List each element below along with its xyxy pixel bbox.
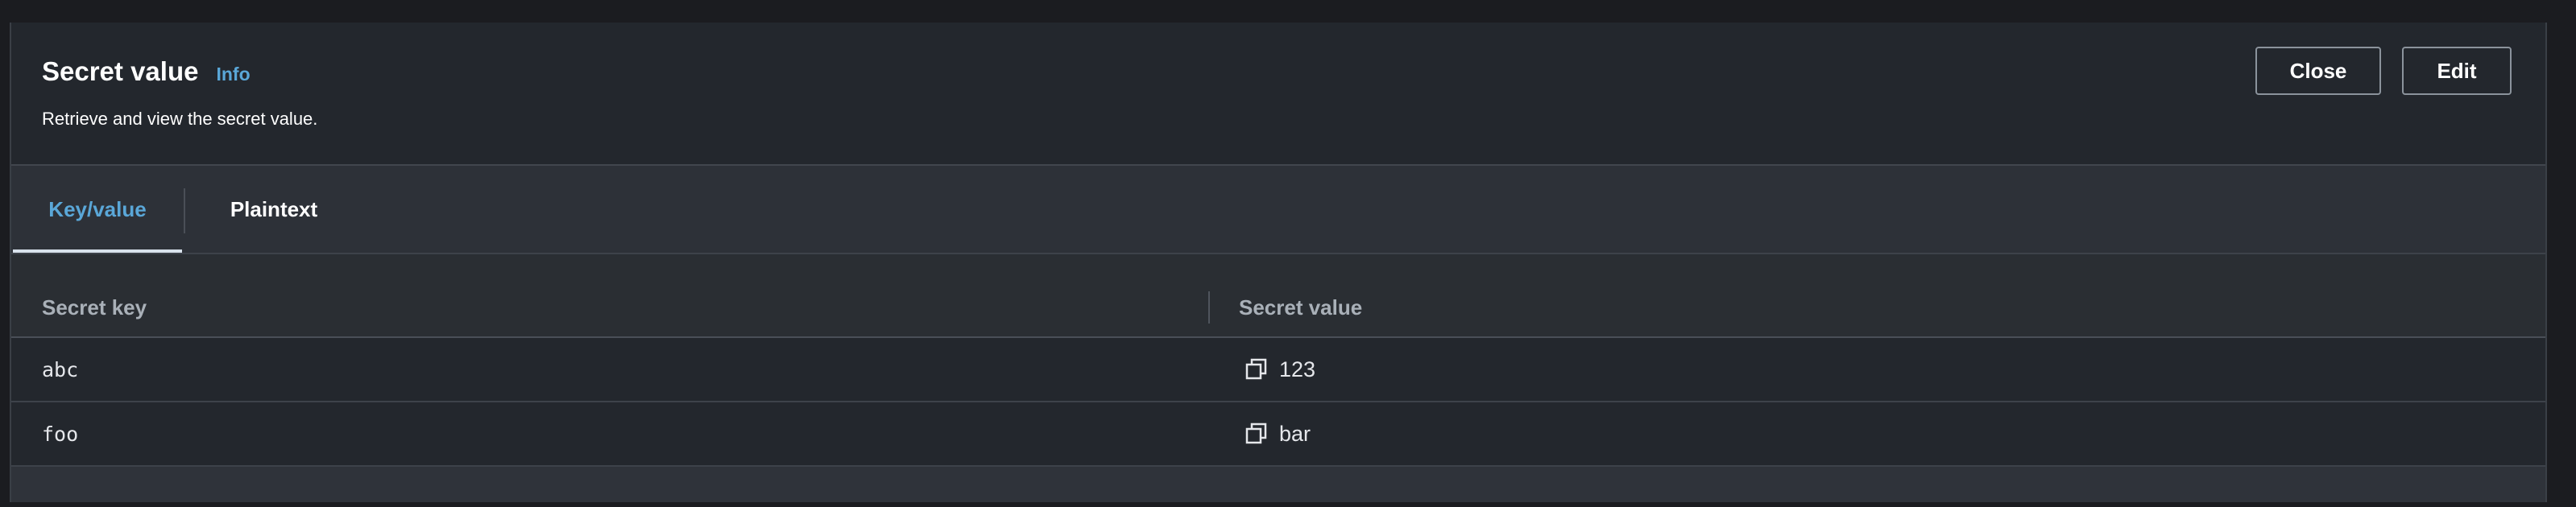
secret-key-cell: abc	[42, 357, 79, 381]
page-title: Secret value	[42, 56, 199, 86]
info-link[interactable]: Info	[216, 64, 250, 85]
secret-value-panel: Secret value Info Retrieve and view the …	[10, 23, 2547, 502]
table-footer	[11, 467, 2545, 502]
title-row: Secret value Info	[42, 56, 251, 87]
tab-divider	[184, 188, 185, 233]
table-row: foo bar	[11, 402, 2545, 467]
secret-key-cell: foo	[42, 422, 79, 446]
page-description: Retrieve and view the secret value.	[42, 109, 318, 129]
column-header-secret-value: Secret value	[1239, 295, 1363, 319]
panel-header: Secret value Info Retrieve and view the …	[11, 23, 2545, 166]
secret-value-text: bar	[1279, 421, 1311, 446]
close-button[interactable]: Close	[2255, 47, 2381, 95]
secret-value-text: 123	[1279, 357, 1316, 381]
secret-value-cell: bar	[1244, 402, 1311, 465]
copy-icon[interactable]	[1244, 357, 1269, 382]
copy-icon[interactable]	[1244, 421, 1269, 447]
edit-button[interactable]: Edit	[2402, 47, 2512, 95]
column-divider[interactable]	[1208, 291, 1210, 324]
tab-key-value[interactable]: Key/value	[13, 166, 182, 253]
tab-bar: Key/value Plaintext	[11, 166, 2545, 254]
secret-value-cell: 123	[1244, 338, 1315, 401]
table-header: Secret key Secret value	[11, 278, 2545, 338]
tab-plaintext[interactable]: Plaintext	[201, 166, 346, 253]
column-header-secret-key: Secret key	[42, 295, 147, 319]
table-row: abc 123	[11, 338, 2545, 402]
